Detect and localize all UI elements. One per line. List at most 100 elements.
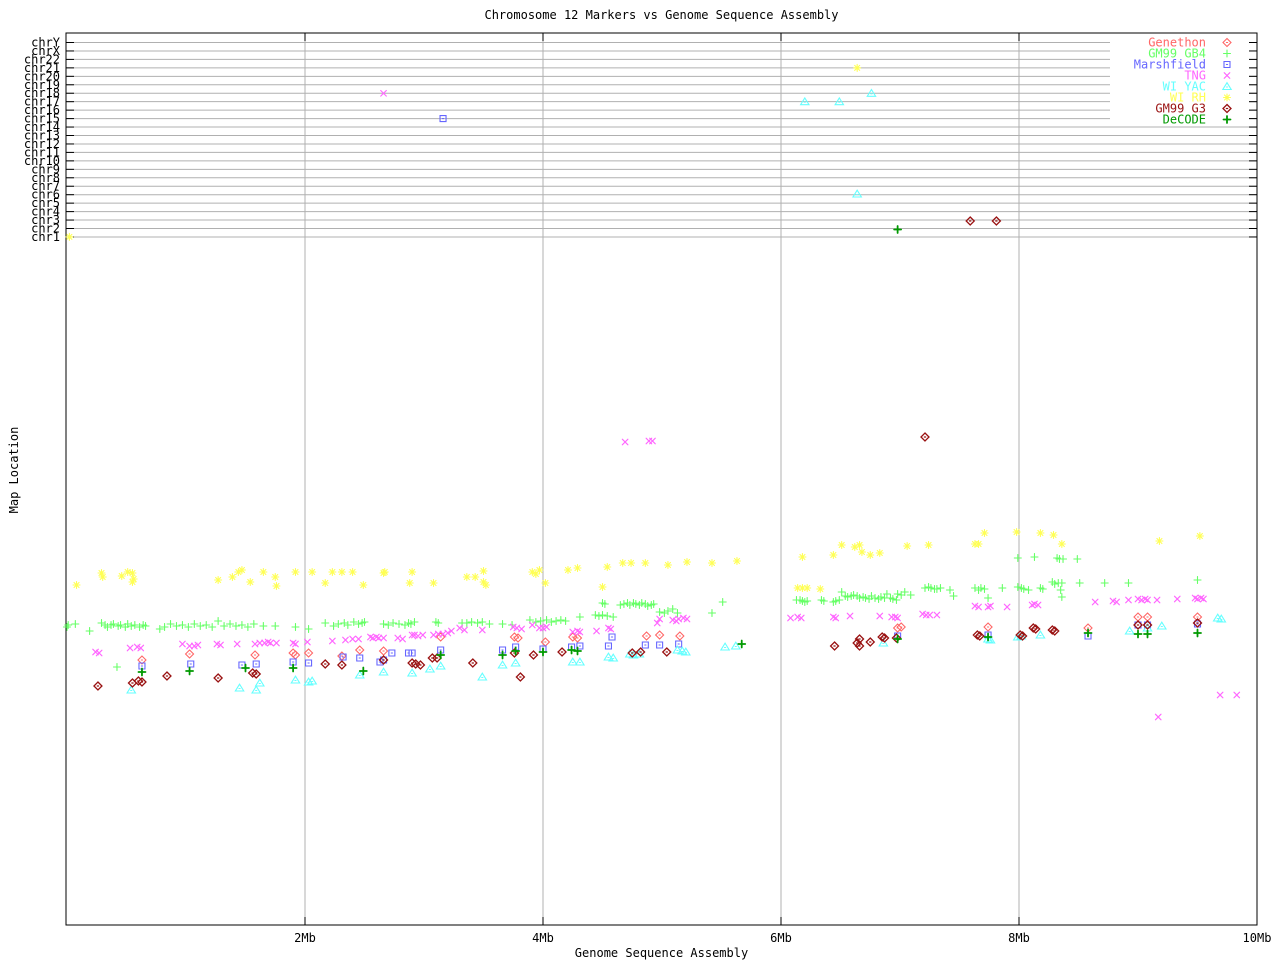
data-point	[400, 636, 406, 642]
data-point	[272, 623, 279, 630]
data-point	[831, 642, 839, 650]
data-point	[468, 619, 475, 626]
data-point	[610, 614, 617, 621]
data-point	[642, 642, 648, 648]
data-point	[186, 650, 194, 658]
data-point	[799, 554, 806, 561]
data-point	[291, 651, 299, 659]
data-point	[876, 550, 883, 557]
data-point	[858, 549, 865, 556]
data-point	[558, 648, 566, 656]
data-point	[272, 574, 279, 581]
data-point	[1050, 532, 1057, 539]
data-point	[380, 647, 388, 655]
series-decode	[138, 226, 1201, 676]
data-point	[599, 584, 606, 591]
data-point	[721, 643, 729, 650]
data-point	[472, 574, 479, 581]
data-point	[830, 552, 837, 559]
x-tick-label: 8Mb	[1008, 931, 1030, 945]
series-marshfield	[139, 116, 1201, 669]
data-point	[329, 569, 336, 576]
data-point	[356, 646, 364, 654]
data-point	[1196, 533, 1203, 540]
data-point	[1031, 554, 1038, 561]
data-point	[409, 569, 416, 576]
data-point	[1074, 556, 1081, 563]
data-point	[436, 662, 444, 669]
data-point	[408, 669, 416, 676]
data-point	[480, 568, 487, 575]
data-point	[127, 645, 133, 651]
data-point	[338, 569, 345, 576]
data-point	[1126, 597, 1132, 603]
data-point	[273, 583, 280, 590]
data-point	[838, 589, 845, 596]
data-point	[536, 567, 543, 574]
data-point	[253, 661, 259, 667]
data-point	[925, 542, 932, 549]
data-point	[557, 617, 564, 624]
data-point	[330, 638, 336, 644]
data-point	[904, 543, 911, 550]
data-point	[462, 627, 468, 633]
data-point	[118, 573, 125, 580]
data-point	[1092, 599, 1098, 605]
data-point	[306, 660, 312, 666]
data-point	[305, 649, 313, 657]
data-point	[529, 622, 535, 628]
axis-labels: 2Mb4Mb6Mb8Mb10MbchrYchrXchr22chr21chr20c…	[24, 36, 1272, 946]
data-point	[235, 684, 243, 691]
data-point	[396, 621, 403, 628]
data-point	[576, 658, 584, 665]
data-point	[234, 641, 240, 647]
data-point	[1025, 587, 1032, 594]
data-point	[322, 580, 329, 587]
data-point	[643, 632, 651, 640]
data-point	[656, 609, 663, 616]
data-point	[238, 567, 245, 574]
data-point	[738, 641, 745, 648]
data-point	[1156, 538, 1163, 545]
series-tng	[93, 91, 1240, 720]
data-point	[1060, 556, 1067, 563]
data-point	[124, 569, 131, 576]
data-point	[985, 595, 992, 602]
data-point	[894, 226, 901, 233]
data-point	[309, 569, 316, 576]
data-point	[708, 610, 715, 617]
data-point	[674, 610, 681, 617]
series-gm99-g3	[94, 217, 1202, 690]
data-point	[622, 439, 628, 445]
data-point	[1154, 597, 1160, 603]
data-point	[663, 648, 671, 656]
data-point	[360, 582, 367, 589]
data-point	[292, 569, 299, 576]
data-point	[516, 673, 524, 681]
data-point	[1135, 631, 1142, 638]
data-point	[574, 565, 581, 572]
data-point	[1234, 692, 1240, 698]
data-point	[381, 635, 387, 641]
data-point	[856, 542, 863, 549]
data-point	[877, 613, 883, 619]
data-point	[292, 624, 299, 631]
data-point	[457, 625, 463, 631]
data-point	[576, 614, 583, 621]
data-point	[406, 650, 412, 656]
data-point	[229, 574, 236, 581]
data-point	[892, 634, 900, 642]
data-point	[733, 558, 740, 565]
data-point	[847, 613, 853, 619]
data-point	[683, 559, 690, 566]
data-point	[72, 621, 79, 628]
x-tick-label: 4Mb	[532, 931, 554, 945]
data-point	[564, 567, 571, 574]
data-point	[620, 601, 627, 608]
data-point	[1194, 630, 1201, 637]
data-point	[937, 585, 944, 592]
data-point	[163, 672, 171, 680]
data-point	[984, 623, 992, 631]
x-tick-label: 6Mb	[770, 931, 792, 945]
data-point	[1058, 580, 1065, 587]
